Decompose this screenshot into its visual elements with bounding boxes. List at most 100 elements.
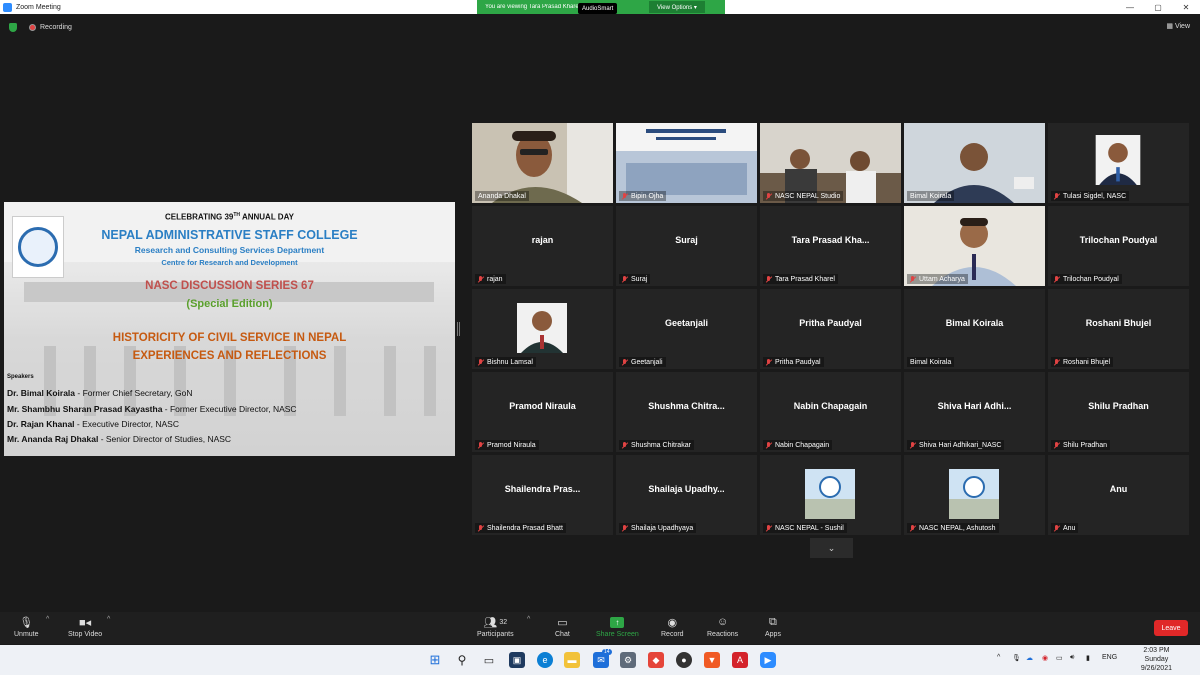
zoom-app-icon xyxy=(3,2,12,12)
windows-start-icon[interactable]: ⊞ xyxy=(427,652,443,668)
participant-name-label: Pramod Niraula xyxy=(475,440,539,450)
next-page-chevron-icon[interactable]: ⌄ xyxy=(810,538,853,558)
video-tile[interactable]: rajan rajan xyxy=(472,206,613,286)
muted-mic-icon xyxy=(478,358,484,366)
participant-name-label: Geetanjali xyxy=(619,357,666,367)
anydesk-icon[interactable]: ◆ xyxy=(648,652,664,668)
video-tile[interactable]: Ananda Dhakal xyxy=(472,123,613,203)
participants-button[interactable]: 👥︎ 32 Participants xyxy=(477,614,514,639)
volume-icon[interactable]: 🔊︎ xyxy=(1070,654,1074,662)
participant-name-label: Bipin Ojha xyxy=(619,191,667,201)
video-options-caret-icon[interactable]: ^ xyxy=(107,616,110,623)
video-tile[interactable]: NASC NEPAL Studio xyxy=(760,123,901,203)
microphone-tray-icon[interactable]: 🎙︎ xyxy=(1012,654,1021,662)
muted-mic-icon xyxy=(766,275,772,283)
video-tile[interactable]: Shiva Hari Adhi... Shiva Hari Adhikari_N… xyxy=(904,372,1045,452)
participant-name-label: Roshani Bhujel xyxy=(1051,357,1114,367)
reactions-button[interactable]: ☺ Reactions xyxy=(707,614,738,638)
video-tile[interactable]: Pramod Niraula Pramod Niraula xyxy=(472,372,613,452)
video-tile[interactable]: Bishnu Lamsal xyxy=(472,289,613,369)
video-tile[interactable]: Anu Anu xyxy=(1048,455,1189,535)
unmute-button[interactable]: 🎙︎ Unmute xyxy=(14,614,39,639)
participant-name-center: Shilu Pradhan xyxy=(1088,401,1149,411)
recording-label: Recording xyxy=(40,23,72,31)
slide-speakers-heading: Speakers xyxy=(7,374,34,380)
settings-gear-icon[interactable]: ⚙ xyxy=(620,652,636,668)
share-screen-button[interactable]: ↑ Share Screen xyxy=(596,614,639,638)
slide-special-edition: (Special Edition) xyxy=(186,298,273,310)
slide-speaker: Mr. Shambhu Sharan Prasad Kayastha - For… xyxy=(7,404,297,414)
video-tile[interactable]: Shilu Pradhan Shilu Pradhan xyxy=(1048,372,1189,452)
chat-button[interactable]: ▭ Chat xyxy=(555,614,570,639)
view-label: View xyxy=(1174,23,1190,30)
file-explorer-icon[interactable]: ▬ xyxy=(564,652,580,668)
edge-browser-icon[interactable]: e xyxy=(537,652,553,668)
video-tile[interactable]: Shushma Chitra... Shushma Chitrakar xyxy=(616,372,757,452)
video-tile[interactable]: NASC NEPAL - Sushil xyxy=(760,455,901,535)
video-tile[interactable]: Tulasi Sigdel, NASC xyxy=(1048,123,1189,203)
antivirus-tray-icon[interactable]: ◉ xyxy=(1042,654,1048,662)
brave-browser-icon[interactable]: ▼ xyxy=(704,652,720,668)
record-button[interactable]: ◉ Record xyxy=(661,614,684,639)
video-tile[interactable]: Tara Prasad Kha... Tara Prasad Kharel xyxy=(760,206,901,286)
battery-icon[interactable]: ▮ xyxy=(1086,654,1090,662)
widgets-icon[interactable]: ▣ xyxy=(509,652,525,668)
muted-mic-icon xyxy=(766,192,772,200)
video-tile[interactable]: Bimal Koirala Bimal Koirala xyxy=(904,289,1045,369)
muted-mic-icon xyxy=(622,192,628,200)
participant-name-center: Bimal Koirala xyxy=(945,318,1004,328)
participant-avatar-photo xyxy=(517,303,567,353)
video-tile[interactable]: NASC NEPAL, Ashutosh xyxy=(904,455,1045,535)
video-tile[interactable]: Uttam Acharya xyxy=(904,206,1045,286)
participant-name-label: NASC NEPAL - Sushil xyxy=(763,523,847,533)
video-tile[interactable]: Roshani Bhujel Roshani Bhujel xyxy=(1048,289,1189,369)
slide-title: HISTORICITY OF CIVIL SERVICE IN NEPAL EXP… xyxy=(112,332,347,362)
maximize-button[interactable]: ▢ xyxy=(1144,0,1172,14)
participant-name-center: Roshani Bhujel xyxy=(1085,318,1152,328)
participant-name-center: Pritha Paudyal xyxy=(799,318,862,328)
video-tile[interactable]: Suraj Suraj xyxy=(616,206,757,286)
task-view-icon[interactable]: ▭ xyxy=(481,652,497,668)
onedrive-cloud-icon[interactable]: ☁ xyxy=(1026,654,1033,662)
minimize-button[interactable]: — xyxy=(1116,0,1144,14)
network-tray-icon[interactable]: ▭ xyxy=(1056,654,1063,662)
record-icon: ◉ xyxy=(667,616,678,629)
search-icon[interactable]: ⚲ xyxy=(454,652,470,668)
video-tile[interactable]: Bimal Koirala xyxy=(904,123,1045,203)
participant-name-label: Tara Prasad Kharel xyxy=(763,274,838,284)
participant-name-label: Shailaja Upadhyaya xyxy=(619,523,697,533)
view-options-button[interactable]: View Options ▾ xyxy=(649,1,705,13)
video-tile[interactable]: Geetanjali Geetanjali xyxy=(616,289,757,369)
share-screen-icon: ↑ xyxy=(610,614,625,630)
video-tile[interactable]: Pritha Paudyal Pritha Paudyal xyxy=(760,289,901,369)
stop-video-button[interactable]: ■◂ Stop Video xyxy=(68,614,102,639)
video-tile[interactable]: Nabin Chapagain Nabin Chapagain xyxy=(760,372,901,452)
tray-chevron-icon[interactable]: ^ xyxy=(997,654,1000,661)
muted-mic-icon xyxy=(622,441,628,449)
participant-name-label: Uttam Acharya xyxy=(907,274,968,284)
obs-icon[interactable]: ● xyxy=(676,652,692,668)
apps-button[interactable]: ⧉ Apps xyxy=(765,614,781,639)
splitter-handle[interactable] xyxy=(457,322,460,336)
participant-avatar-photo xyxy=(1095,135,1141,185)
security-shield-icon[interactable] xyxy=(9,22,17,32)
system-clock[interactable]: 2:03 PM Sunday 9/26/2021 xyxy=(1141,646,1172,673)
mail-badge: 14 xyxy=(602,649,612,655)
acrobat-icon[interactable]: A xyxy=(732,652,748,668)
video-tile[interactable]: Trilochan Poudyal Trilochan Poudyal xyxy=(1048,206,1189,286)
audio-options-caret-icon[interactable]: ^ xyxy=(46,616,49,623)
input-language[interactable]: ENG xyxy=(1102,654,1117,661)
video-tile[interactable]: Shailaja Upadhy... Shailaja Upadhyaya xyxy=(616,455,757,535)
participant-name-label: NASC NEPAL Studio xyxy=(763,191,844,201)
participant-name-center: Pramod Niraula xyxy=(509,401,576,411)
view-button[interactable]: ▦ View xyxy=(1166,22,1190,30)
nasc-logo-avatar xyxy=(949,469,999,519)
video-tile[interactable]: Shailendra Pras... Shailendra Prasad Bha… xyxy=(472,455,613,535)
zoom-taskbar-icon[interactable]: ▶ xyxy=(760,652,776,668)
muted-mic-icon xyxy=(766,358,772,366)
participant-name-label: Shilu Pradhan xyxy=(1051,440,1110,450)
video-tile[interactable]: Bipin Ojha xyxy=(616,123,757,203)
close-button[interactable]: ✕ xyxy=(1172,0,1200,14)
leave-button[interactable]: Leave xyxy=(1154,620,1188,636)
participants-options-caret-icon[interactable]: ^ xyxy=(527,616,530,623)
